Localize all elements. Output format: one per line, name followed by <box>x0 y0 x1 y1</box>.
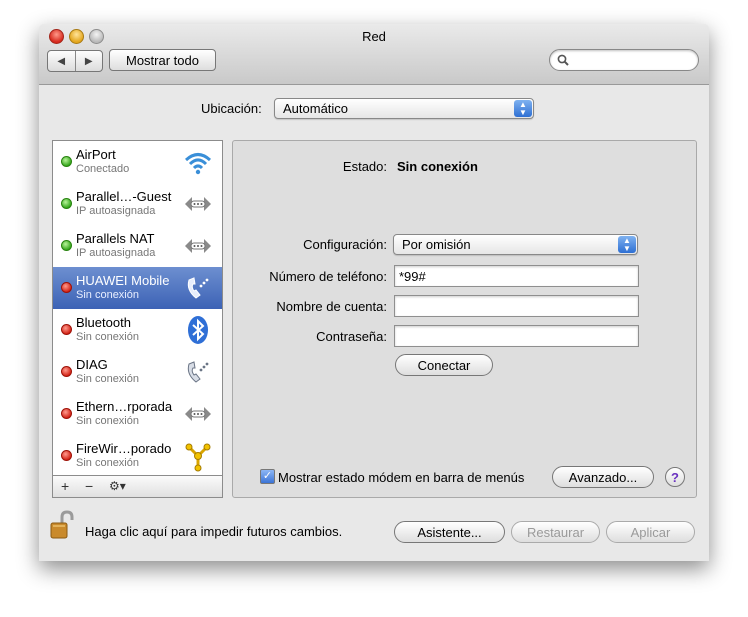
configuration-value: Por omisión <box>402 237 471 252</box>
modem-phone-icon <box>187 361 209 383</box>
service-name: Parallel…-Guest <box>76 189 172 204</box>
back-button[interactable]: ◀ <box>48 51 76 71</box>
status-label: Estado: <box>342 159 387 174</box>
service-name: Parallels NAT <box>76 231 155 246</box>
service-name: Ethern…rporada <box>76 399 173 414</box>
service-item-huawei-mobile[interactable]: HUAWEI Mobile Sin conexión <box>53 267 222 309</box>
remove-service-button[interactable]: − <box>85 478 93 494</box>
service-item-ethernet[interactable]: Ethern…rporada Sin conexión <box>53 393 222 435</box>
location-value: Automático <box>283 101 349 116</box>
status-dot-red <box>61 282 72 293</box>
titlebar: Red ◀ ▶ Mostrar todo <box>39 24 709 85</box>
service-status: Sin conexión <box>76 415 139 427</box>
modem-phone-icon <box>187 277 209 299</box>
phone-number-field[interactable]: *99# <box>394 265 639 287</box>
phone-number-value: *99# <box>399 269 426 284</box>
status-dot-red <box>61 450 72 461</box>
status-dot-green <box>61 240 72 251</box>
status-dot-red <box>61 324 72 335</box>
service-name: FireWir…porado <box>76 441 172 456</box>
network-preferences-window: Red ◀ ▶ Mostrar todo Ubicación: Automáti… <box>39 24 709 561</box>
show-modem-status-checkbox[interactable]: ✓ <box>260 469 275 484</box>
service-status: Sin conexión <box>76 289 139 301</box>
add-service-button[interactable]: + <box>61 478 69 494</box>
service-item-airport[interactable]: AirPort Conectado <box>53 141 222 183</box>
show-all-button[interactable]: Mostrar todo <box>109 49 216 71</box>
status-dot-red <box>61 366 72 377</box>
service-status: IP autoasignada <box>76 205 156 217</box>
phone-number-label: Número de teléfono: <box>269 269 387 284</box>
forward-button[interactable]: ▶ <box>76 51 103 71</box>
lock-message: Haga clic aquí para impedir futuros camb… <box>85 524 343 539</box>
assistant-button[interactable]: Asistente... <box>394 521 505 543</box>
service-name: Bluetooth <box>76 315 131 330</box>
wifi-icon <box>184 153 212 175</box>
service-status: Sin conexión <box>76 457 139 469</box>
popup-arrows-icon: ▲ ▼ <box>514 100 532 117</box>
ethernet-icon <box>185 197 211 211</box>
bluetooth-icon <box>188 316 208 344</box>
status-dot-green <box>61 156 72 167</box>
service-list-toolbar: + − ⚙▾ <box>52 476 223 498</box>
gear-menu-button[interactable]: ⚙▾ <box>109 479 126 493</box>
location-label: Ubicación: <box>201 101 262 116</box>
ethernet-icon <box>185 239 211 253</box>
location-popup[interactable]: Automático ▲ ▼ <box>274 98 534 119</box>
service-list: AirPort Conectado Parallel…-Guest IP aut… <box>52 140 223 476</box>
account-name-field[interactable] <box>394 295 639 317</box>
service-item-parallels-nat[interactable]: Parallels NAT IP autoasignada <box>53 225 222 267</box>
service-name: DIAG <box>76 357 108 372</box>
service-item-bluetooth[interactable]: Bluetooth Sin conexión <box>53 309 222 351</box>
service-status: Conectado <box>76 163 130 175</box>
search-input[interactable] <box>549 49 699 71</box>
configuration-popup[interactable]: Por omisión ▲ ▼ <box>393 234 638 255</box>
ethernet-icon <box>185 407 211 421</box>
popup-arrows-icon: ▲ ▼ <box>618 236 636 253</box>
status-value: Sin conexión <box>397 159 478 174</box>
service-status: Sin conexión <box>76 373 139 385</box>
revert-button[interactable]: Restaurar <box>511 521 600 543</box>
service-name: HUAWEI Mobile <box>76 273 170 288</box>
window-title: Red <box>362 29 386 44</box>
back-forward-control: ◀ ▶ <box>47 50 103 72</box>
connect-button[interactable]: Conectar <box>395 354 493 376</box>
search-icon <box>557 54 569 66</box>
service-status: Sin conexión <box>76 331 139 343</box>
account-name-label: Nombre de cuenta: <box>276 299 387 314</box>
password-label: Contraseña: <box>316 329 387 344</box>
service-item-parallels-guest[interactable]: Parallel…-Guest IP autoasignada <box>53 183 222 225</box>
status-dot-green <box>61 198 72 209</box>
service-item-diag[interactable]: DIAG Sin conexión <box>53 351 222 393</box>
show-modem-status-label: Mostrar estado módem en barra de menús <box>278 470 525 485</box>
apply-button[interactable]: Aplicar <box>606 521 695 543</box>
firewire-icon <box>185 443 211 472</box>
help-button[interactable]: ? <box>665 467 685 487</box>
advanced-button[interactable]: Avanzado... <box>552 466 654 488</box>
service-item-firewire[interactable]: FireWir…porado Sin conexión <box>53 435 222 475</box>
service-status: IP autoasignada <box>76 247 156 259</box>
configuration-label: Configuración: <box>303 237 387 252</box>
service-detail-panel <box>232 140 697 498</box>
status-dot-red <box>61 408 72 419</box>
lock-icon[interactable] <box>50 510 74 540</box>
service-name: AirPort <box>76 147 116 162</box>
password-field[interactable] <box>394 325 639 347</box>
